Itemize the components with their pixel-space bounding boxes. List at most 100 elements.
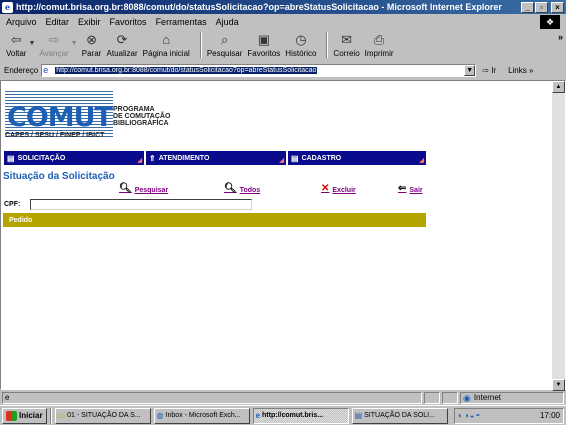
address-dropdown-icon[interactable]: ▼: [464, 64, 476, 76]
start-button[interactable]: Iniciar: [2, 407, 47, 424]
mail-button[interactable]: ✉ Correio: [333, 32, 359, 58]
taskbar-item-active[interactable]: e http://comut.bris...: [252, 407, 349, 424]
toolbar-overflow-icon[interactable]: »: [558, 32, 563, 42]
menu-editar[interactable]: Editar: [46, 17, 70, 27]
logo-subtitle: CAPES / SESU / FINEP / IBICT: [5, 132, 105, 139]
history-button[interactable]: ◷ Histórico: [285, 32, 316, 58]
comut-logo: COMUT PROGRAMA DE COMUTAÇÃO BIBLIOGRÁFIC…: [5, 91, 205, 141]
ie-icon: e: [255, 411, 261, 420]
search-button[interactable]: ⌕ Pesquisar: [207, 32, 243, 58]
refresh-button[interactable]: ⟳ Atualizar: [107, 32, 138, 58]
back-label: Voltar: [6, 49, 27, 58]
corner-arrow-icon: ◢: [419, 158, 424, 164]
vertical-scrollbar[interactable]: ▲ ▼: [552, 81, 565, 391]
nav-atendimento-label: ATENDIMENTO: [158, 154, 210, 162]
security-zone: ◉ Internet: [460, 392, 564, 404]
stop-label: Parar: [81, 49, 102, 58]
favorites-folder-icon: ▣: [257, 32, 270, 47]
menu-ferramentas[interactable]: Ferramentas: [156, 17, 207, 27]
exit-link[interactable]: ⇐ Sair: [398, 183, 423, 194]
menu-exibir[interactable]: Exibir: [78, 17, 101, 27]
windows-flag-icon: [6, 410, 17, 421]
address-label: Endereço: [4, 65, 39, 75]
scroll-up-icon[interactable]: ▲: [552, 81, 565, 93]
go-button[interactable]: ⇨ Ir: [482, 66, 496, 75]
back-button[interactable]: ⇦ Voltar: [6, 32, 26, 58]
minimize-button[interactable]: _: [521, 1, 534, 13]
search-link[interactable]: 🔍︎ Pesquisar: [119, 183, 168, 194]
back-dropdown-icon[interactable]: ▼: [28, 40, 35, 47]
magnifier-document-icon: 🔍︎: [224, 183, 237, 194]
links-button[interactable]: Links »: [508, 66, 533, 75]
favorites-button[interactable]: ▣ Favoritos: [247, 32, 280, 58]
menu-arquivo[interactable]: Arquivo: [6, 17, 37, 27]
forward-dropdown-icon[interactable]: ▼: [71, 40, 78, 47]
stop-button[interactable]: ⊗ Parar: [82, 32, 102, 58]
forward-button[interactable]: ⇨ Avançar: [39, 32, 68, 58]
all-link[interactable]: 🔍︎ Todos: [224, 183, 260, 194]
forward-label: Avançar: [39, 49, 69, 58]
window-title: http://comut.brisa.org.br:8088/comut/do/…: [16, 2, 502, 12]
history-label: Histórico: [285, 49, 317, 58]
nav-cadastro-label: CADASTRO: [301, 154, 342, 162]
logo-program-text: PROGRAMA DE COMUTAÇÃO BIBLIOGRÁFICA: [113, 106, 170, 127]
links-label: Links: [508, 65, 527, 75]
printer-icon: ⎙: [373, 32, 385, 47]
stop-icon: ⊗: [86, 32, 97, 47]
home-button[interactable]: ⌂ Página inicial: [143, 32, 190, 58]
favorites-label: Favoritos: [247, 49, 281, 58]
taskbar-item-label: SITUAÇÃO DA SOLI...: [364, 412, 435, 419]
taskbar-item-label: 01 - SITUAÇÃO DA S...: [67, 412, 141, 419]
corner-arrow-icon: ◢: [279, 158, 284, 164]
print-label: Imprimir: [364, 49, 394, 58]
cpf-input[interactable]: [30, 199, 253, 210]
tray-icons[interactable]: ◐◑◒◓: [458, 411, 481, 420]
start-label: Iniciar: [19, 411, 43, 420]
status-text: e: [2, 392, 422, 404]
menu-bar: Arquivo Editar Exibir Favoritos Ferramen…: [0, 14, 566, 30]
status-bar: e ◉ Internet: [0, 391, 566, 405]
home-icon: ⌂: [162, 32, 171, 47]
search-label: Pesquisar: [206, 49, 243, 58]
zone-label: Internet: [473, 393, 501, 402]
nav-solicitacao[interactable]: ▤ SOLICITAÇÃO ◢: [4, 151, 144, 165]
clock: 17:00: [539, 411, 560, 420]
go-arrow-icon: ⇨: [482, 65, 489, 75]
scroll-down-icon[interactable]: ▼: [552, 379, 565, 391]
search-link-label: Pesquisar: [134, 187, 169, 194]
taskbar-item[interactable]: ▭ 01 - SITUAÇÃO DA S...: [54, 407, 151, 424]
mail-label: Correio: [333, 49, 360, 58]
document-icon: ▤: [354, 411, 363, 420]
globe-icon: ◉: [463, 393, 471, 403]
delete-link[interactable]: ✕ Excluir: [321, 183, 356, 194]
toolbar-separator: [326, 32, 329, 58]
menu-ajuda[interactable]: Ajuda: [216, 17, 239, 27]
page-content: COMUT PROGRAMA DE COMUTAÇÃO BIBLIOGRÁFIC…: [0, 80, 566, 391]
status-cell: [442, 392, 458, 404]
folder-icon: ▭: [57, 411, 66, 420]
taskbar-item[interactable]: ◍ Inbox - Microsoft Exch...: [153, 407, 250, 424]
taskbar-item[interactable]: ▤ SITUAÇÃO DA SOLI...: [351, 407, 448, 424]
action-links: 🔍︎ Pesquisar 🔍︎ Todos ✕ Excluir ⇐ Sair: [1, 183, 431, 197]
all-link-label: Todos: [239, 187, 261, 194]
inbox-icon: ◍: [156, 411, 164, 420]
windows-logo-icon: ❖: [540, 15, 560, 29]
print-button[interactable]: ⎙ Imprimir: [365, 32, 394, 58]
close-button[interactable]: ×: [551, 1, 564, 13]
menu-favoritos[interactable]: Favoritos: [110, 17, 147, 27]
address-url[interactable]: http://comut.brisa.org.br:8088/comut/do/…: [55, 66, 318, 74]
taskbar-separator: [49, 407, 52, 424]
nav-atendimento[interactable]: ⇑ ATENDIMENTO ◢: [146, 151, 286, 165]
maximize-button[interactable]: ▫: [535, 1, 548, 13]
document-icon: ▤: [291, 153, 299, 163]
ie-icon: e: [2, 1, 13, 13]
status-cell: [424, 392, 440, 404]
address-input[interactable]: e http://comut.brisa.org.br:8088/comut/d…: [41, 63, 477, 77]
document-icon: ▤: [7, 153, 15, 163]
home-label: Página inicial: [142, 49, 190, 58]
system-tray: ◐◑◒◓ 17:00: [454, 407, 564, 424]
nav-cadastro[interactable]: ▤ CADASTRO ◢: [288, 151, 426, 165]
arrow-left-icon: ⇐: [398, 183, 407, 194]
nav-solicitacao-label: SOLICITAÇÃO: [17, 154, 66, 162]
page-title: Situação da Solicitação: [3, 171, 115, 182]
